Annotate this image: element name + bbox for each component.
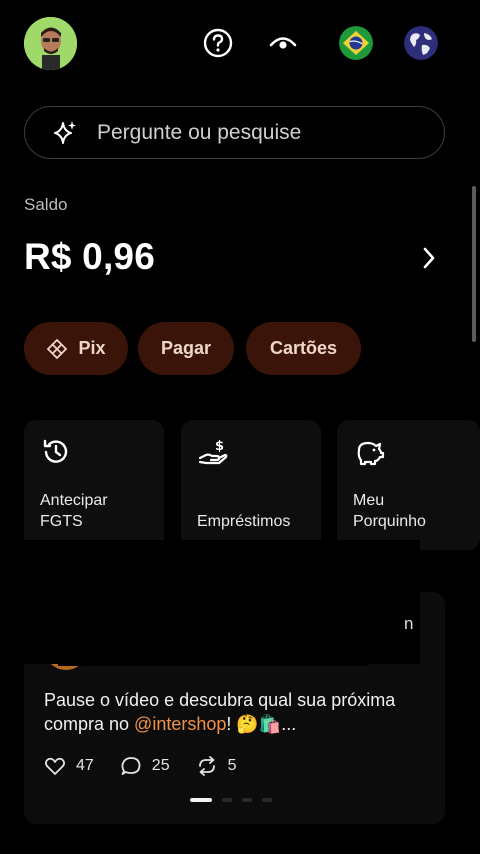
global-account-button[interactable] [404,26,438,60]
repost-count: 5 [227,757,237,774]
post-author-partial: n [404,614,414,633]
pagar-button[interactable]: Pagar [138,322,234,375]
balance-details-button[interactable] [414,243,444,273]
comment-count: 25 [151,757,170,774]
eye-icon [269,37,297,49]
avatar[interactable] [24,17,77,70]
search-placeholder: Pergunte ou pesquise [97,120,302,144]
pix-icon [47,338,68,359]
brazil-flag-icon [339,26,373,60]
sparkle-icon [54,120,76,144]
post-mention-link[interactable]: @intershop [134,714,226,734]
heart-icon [45,757,65,775]
balance-label: Saldo [24,195,68,214]
shortcut-emprestimos[interactable]: $ Empréstimos [181,420,321,550]
hand-money-icon: $ [197,436,229,468]
chevron-right-icon [423,247,435,269]
top-bar [0,0,480,90]
redacted-author-name [58,610,368,666]
comment-button[interactable]: 25 [120,755,170,777]
history-clock-icon [40,436,72,468]
carousel-dot[interactable] [242,798,252,802]
repost-button[interactable]: 5 [196,755,237,777]
help-circle-icon [203,28,233,58]
shortcut-label: Empréstimos [197,513,291,530]
help-button[interactable] [200,25,236,61]
post-text: Pause o vídeo e descubra qual sua próxim… [44,690,396,734]
cartoes-button[interactable]: Cartões [246,322,361,375]
carousel-dot[interactable] [190,798,212,802]
carousel-indicator [190,798,282,802]
pagar-label: Pagar [160,338,212,358]
memoji-avatar-icon [24,17,77,70]
carousel-dot[interactable] [222,798,232,802]
pix-button[interactable]: Pix [24,322,128,375]
shortcut-antecipar-fgts[interactable]: Antecipar FGTS [24,420,164,550]
svg-text:$: $ [215,439,224,454]
balance-value: R$ 0,96 [24,236,155,277]
globe-icon [404,26,438,60]
repost-icon [198,756,215,776]
piggy-bank-icon [353,436,385,468]
like-button[interactable]: 47 [44,755,94,777]
search-input[interactable]: Pergunte ou pesquise [24,106,445,159]
shortcut-meu-porquinho[interactable]: Meu Porquinho [337,420,480,550]
shortcut-label: Meu Porquinho [353,492,426,530]
post-stats: 47 25 5 [44,754,263,778]
country-selector-button[interactable] [339,26,373,60]
comment-icon [121,757,141,775]
scrollbar[interactable] [472,186,476,342]
carousel-dot[interactable] [262,798,272,802]
pix-label: Pix [78,338,106,358]
cartoes-label: Cartões [269,338,338,358]
shortcut-label: Antecipar FGTS [40,492,108,530]
like-count: 47 [76,757,94,774]
toggle-balance-visibility-button[interactable] [265,25,301,61]
